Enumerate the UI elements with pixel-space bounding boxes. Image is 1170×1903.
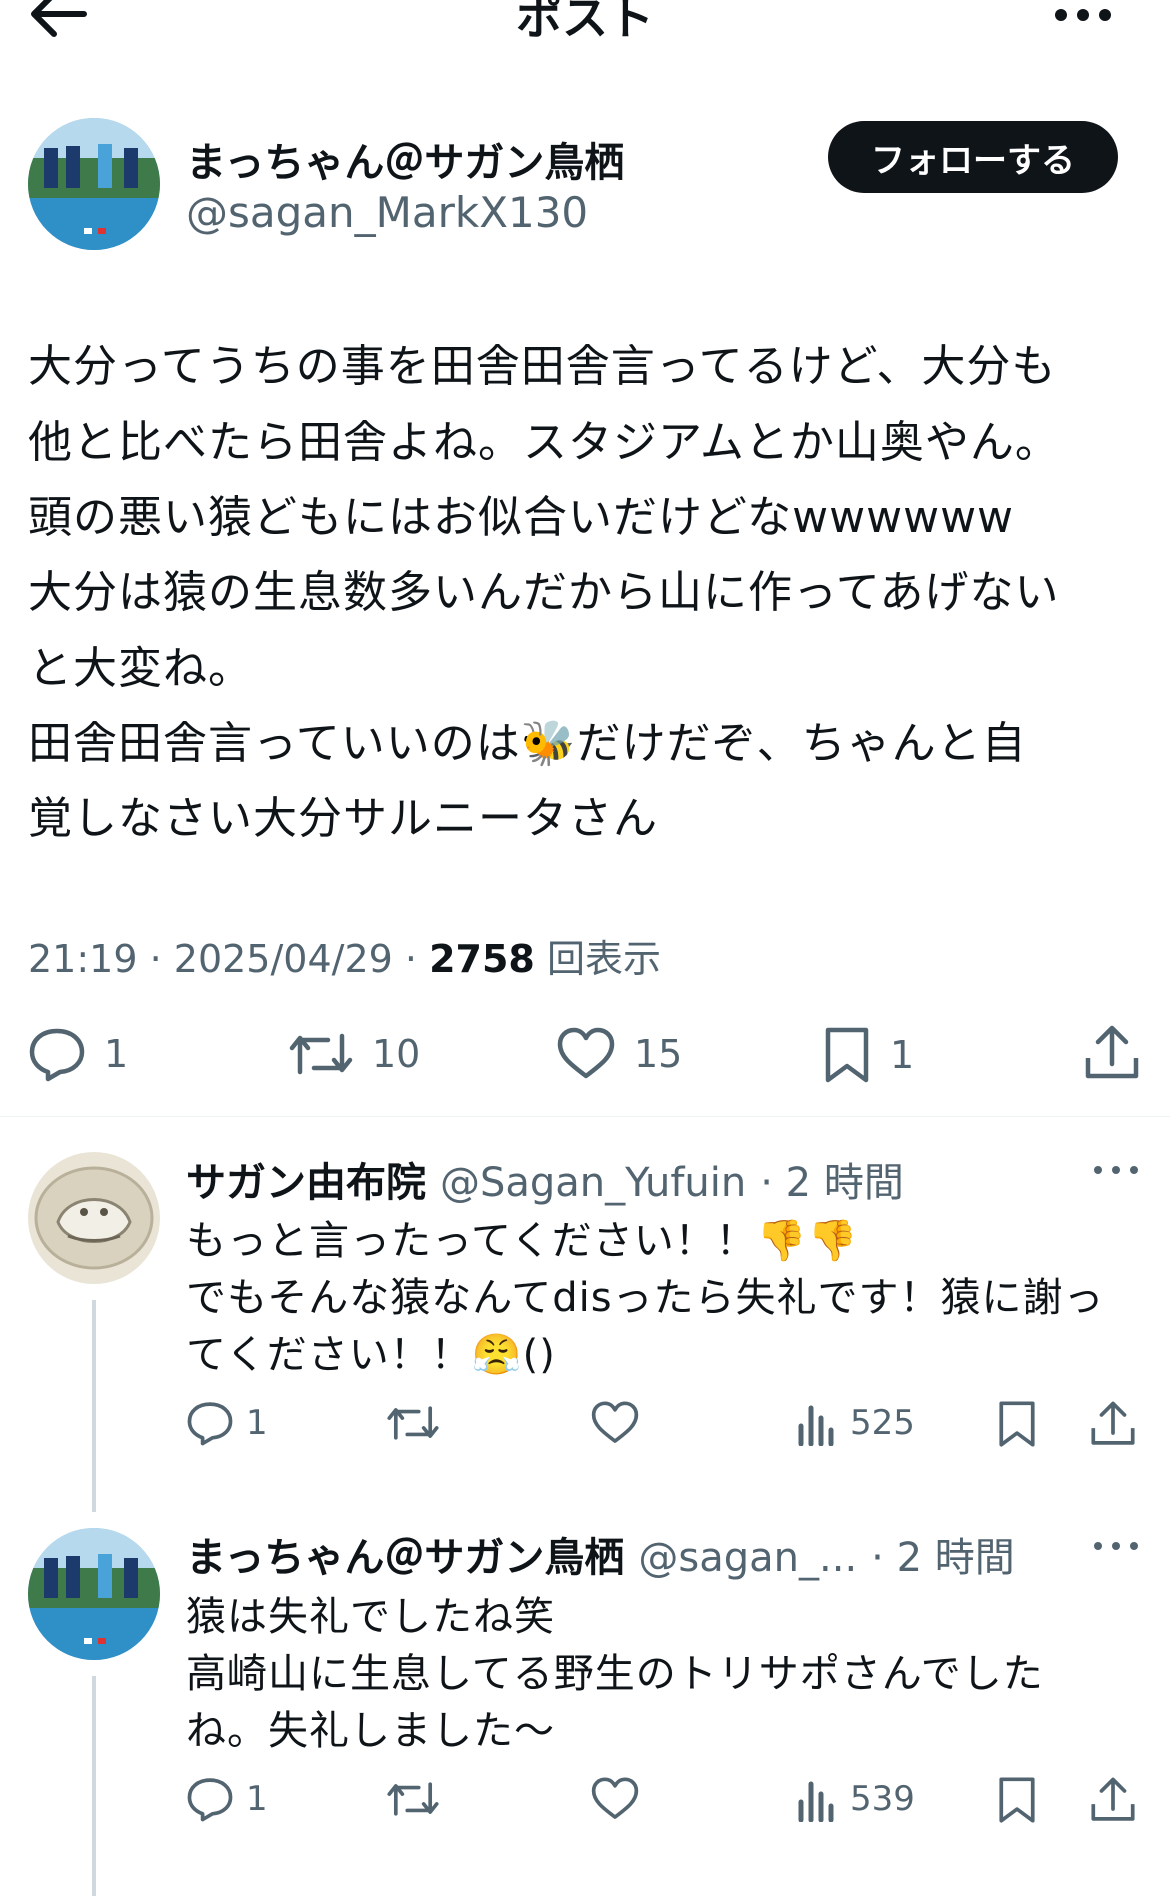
reply-reply-button[interactable]: 1 [186,1776,268,1822]
reply-share-button[interactable] [1090,1400,1136,1448]
reply-more-button[interactable] [1092,1538,1140,1554]
reply-time[interactable]: · 2 時間 [871,1525,1015,1583]
reply-author-handle[interactable]: @sagan_... [638,1535,857,1581]
heart-icon [591,1401,639,1443]
reply-time[interactable]: · 2 時間 [760,1150,904,1208]
bookmark-icon [999,1401,1035,1447]
heart-icon [591,1777,639,1819]
reply-like-button[interactable] [590,1400,640,1446]
post-text-line: 覚しなさい大分サルニータさん [28,793,658,844]
analytics-icon [798,1781,834,1822]
author-name[interactable]: まっちゃん＠サガン鳥栖 [186,130,624,188]
thread-line [92,1676,96,1896]
reply-text-line: でもそんな猿なんてdisったら失礼です！猿に謝っ [186,1275,1105,1321]
page-title: ポスト [516,0,654,45]
reply-header: まっちゃん＠サガン鳥栖 @sagan_... · 2 時間 [186,1525,1015,1583]
reply-icon [187,1402,233,1446]
bookmark-icon [825,1027,869,1083]
share-button[interactable] [1084,1024,1140,1082]
post-time[interactable]: 21:19 [28,937,138,981]
post-text-line: 他と比べたら田舎よね。スタジアムとか山奥やん。 [28,417,1060,468]
bookmark-icon [999,1777,1035,1823]
reply-count: 1 [246,1403,268,1443]
avatar-image [28,1528,160,1660]
view-count: 2758 [429,937,535,981]
bookmark-button[interactable]: 1 [822,1026,914,1084]
reply-count: 1 [104,1032,129,1076]
view-count: 539 [850,1779,915,1819]
reply-icon [29,1028,85,1082]
more-horizontal-icon [1094,1166,1138,1174]
share-icon [1091,1777,1135,1821]
post-text-line: 大分は猿の生息数多いんだから山に作ってあげない [28,567,1060,618]
post-text-line: 大分ってうちの事を田舎田舎言ってるけど、大分も [28,341,1057,392]
more-horizontal-icon [1055,9,1111,21]
reply-reply-button[interactable]: 1 [186,1400,268,1446]
repost-icon [387,1782,439,1816]
post-text-line: と大変ね。 [28,643,253,694]
repost-count: 10 [372,1032,421,1076]
analytics-icon [798,1405,834,1446]
reply-repost-button[interactable] [386,1776,440,1822]
reply-author-name[interactable]: まっちゃん＠サガン鳥栖 [186,1525,624,1583]
reply-text-line: もっと言ったってください！！👎👎 [186,1218,859,1264]
reply-button[interactable]: 1 [28,1026,128,1082]
reply-author-name[interactable]: サガン由布院 [186,1150,426,1208]
author-handle[interactable]: @sagan_MarkX130 [186,188,588,237]
reply-bookmark-button[interactable] [996,1776,1038,1824]
reply-header: サガン由布院 @Sagan_Yufuin · 2 時間 [186,1150,904,1208]
post-text-line: 田舎田舎言っていいのは🐝だけだぞ、ちゃんと自 [28,718,1027,769]
post-text-line: 頭の悪い猿どもにはお似合いだけどなwwwwww [28,492,1015,543]
post-meta: 21:19 · 2025/04/29 · 2758 回表示 [28,937,661,981]
avatar-image [28,118,160,250]
post-date[interactable]: 2025/04/29 [174,937,393,981]
like-count: 15 [634,1032,683,1076]
reply-text-line: ね。失礼しました〜 [186,1708,555,1754]
reply-more-button[interactable] [1092,1162,1140,1178]
reply-author-handle[interactable]: @Sagan_Yufuin [440,1160,746,1206]
follow-button[interactable]: フォローする [828,121,1118,193]
author-avatar[interactable] [28,118,160,250]
repost-button[interactable]: 10 [288,1026,420,1082]
reply-text-line: てください！！😤() [186,1332,556,1378]
reply-bookmark-button[interactable] [996,1400,1038,1448]
bookmark-count: 1 [890,1033,915,1077]
reply-text-line: 猿は失礼でしたね笑 [186,1594,555,1640]
reply-avatar[interactable] [28,1152,160,1284]
divider [0,1116,1170,1117]
reply-count: 1 [246,1779,268,1819]
reply-views-button[interactable]: 539 [796,1776,915,1822]
repost-icon [387,1406,439,1440]
reply-icon [187,1778,233,1822]
view-count-label: 回表示 [546,937,661,981]
reply-avatar[interactable] [28,1528,160,1660]
reply-like-button[interactable] [590,1776,640,1822]
repost-icon [289,1033,353,1075]
view-count: 525 [850,1403,915,1443]
reply-views-button[interactable]: 525 [796,1400,915,1446]
thread-line [92,1300,96,1512]
share-icon [1091,1401,1135,1445]
avatar-image [28,1152,160,1284]
heart-icon [557,1027,615,1079]
more-horizontal-icon [1094,1542,1138,1550]
share-icon [1085,1025,1139,1079]
reply-text-line: 高崎山に生息してる野生のトリサポさんでした [186,1651,1044,1697]
like-button[interactable]: 15 [556,1026,682,1082]
reply-share-button[interactable] [1090,1776,1136,1824]
more-options-button[interactable] [1048,0,1118,40]
reply-repost-button[interactable] [386,1400,440,1446]
